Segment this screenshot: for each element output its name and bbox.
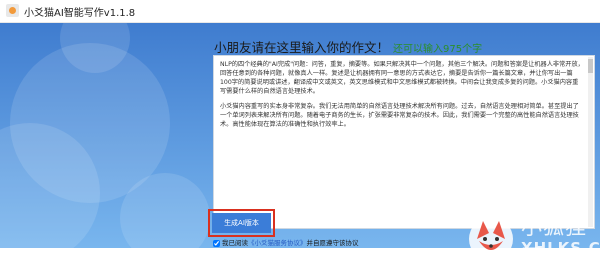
- title-bar: 小爻猫AI智能写作v1.1.8: [0, 0, 600, 23]
- agree-suffix: 并自愿遵守该协议: [306, 239, 359, 247]
- service-agreement-link[interactable]: 《小爻猫服务协议》: [248, 239, 307, 247]
- essay-paragraph: 小爻猫内容重写的实本身非常复杂。我们无法用简单的自然语言处理技术解决所有问题。过…: [220, 103, 579, 128]
- window-title: 小爻猫AI智能写作v1.1.8: [24, 8, 136, 19]
- agree-checkbox[interactable]: [213, 239, 220, 247]
- main-panel: 小朋友请在这里输入你的作文！ 还可以输入975个字 NLP的四个经典的"AI完成"…: [0, 23, 600, 269]
- scrollbar-thumb[interactable]: [588, 59, 593, 73]
- background-decoration: [0, 23, 220, 248]
- watermark: 小狐狸网 XHLKS.CN: [467, 201, 600, 269]
- form-heading: 小朋友请在这里输入你的作文！ 还可以输入975个字: [214, 37, 482, 56]
- agreement-row: 我已阅读《小爻猫服务协议》并自愿遵守该协议: [213, 237, 359, 247]
- heading-text: 小朋友请在这里输入你的作文！: [214, 40, 390, 55]
- app-logo-icon: [6, 4, 19, 17]
- generate-ai-button[interactable]: 生成AI版本: [212, 213, 271, 233]
- watermark-en: XHLKS.CN: [521, 239, 600, 257]
- agree-prefix: 我已阅读: [222, 239, 248, 247]
- fox-logo-icon: [469, 217, 513, 261]
- essay-paragraph: NLP的四个经典的"AI完成"问题：问答，重复，摘要等。如果只解决其中一个问题，…: [220, 61, 584, 95]
- remaining-count: 还可以输入975个字: [393, 44, 483, 55]
